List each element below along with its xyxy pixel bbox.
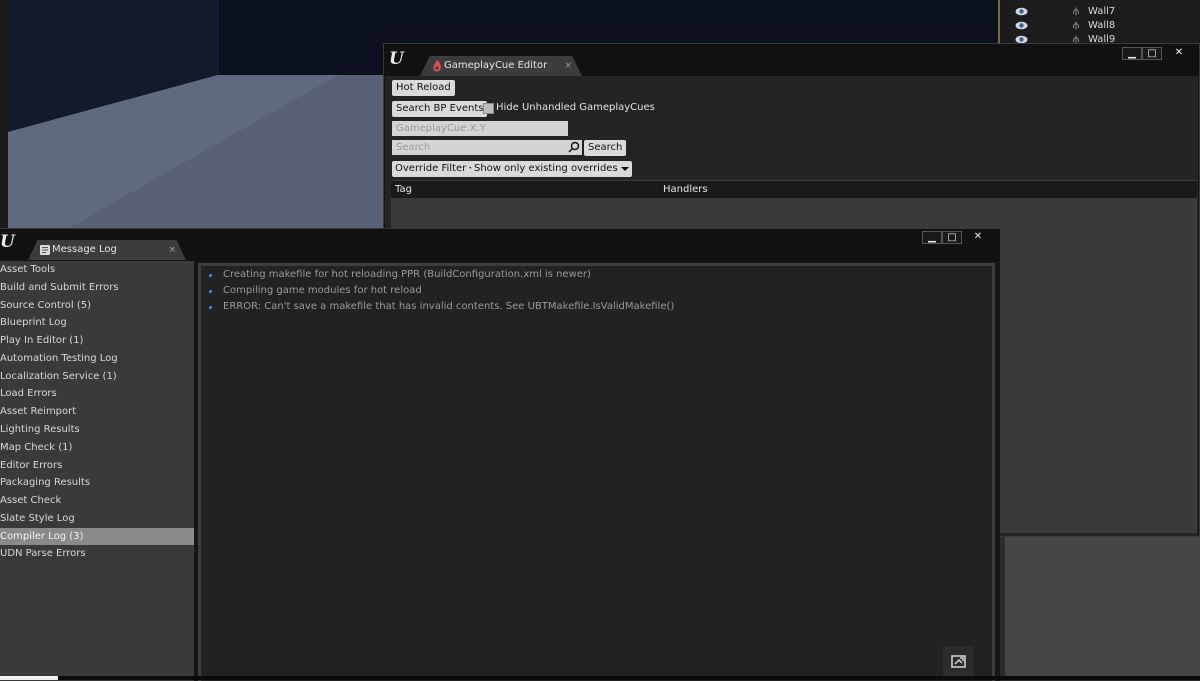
log-category-item[interactable]: Slate Style Log [0, 510, 194, 527]
hide-unhandled-label: Hide Unhandled GameplayCues [496, 102, 655, 113]
gameplaycue-tab-icon [433, 60, 441, 72]
log-category-item[interactable]: Asset Reimport [0, 403, 194, 420]
log-category-item[interactable]: Lighting Results [0, 421, 194, 438]
background-panel [1005, 537, 1200, 680]
unreal-logo-icon: U [0, 232, 15, 252]
log-message-list[interactable]: Creating makefile for hot reloading PPR … [201, 266, 992, 681]
clear-log-button[interactable] [943, 646, 974, 677]
override-filter-label: Override Filter [395, 163, 467, 174]
log-message-text: Creating makefile for hot reloading PPR … [223, 269, 591, 280]
bullet-icon [209, 306, 212, 309]
visibility-eye-icon[interactable] [1015, 7, 1028, 16]
log-category-item[interactable]: Editor Errors [0, 457, 194, 474]
maximize-button[interactable]: □ [1142, 47, 1162, 60]
tab-message-log[interactable]: Message Log × [28, 240, 186, 260]
tree-header: Tag Handlers [391, 180, 1197, 199]
window-controls: ▁ □ ✕ [1122, 47, 1192, 61]
tab-gameplaycue-editor[interactable]: GameplayCue Editor × [420, 56, 582, 76]
log-category-list: Asset Tools Build and Submit Errors Sour… [0, 261, 194, 681]
actor-icon: ⫛ [1073, 6, 1079, 17]
log-category-item[interactable]: Asset Check [0, 492, 194, 509]
hide-unhandled-checkbox[interactable] [483, 103, 494, 114]
log-category-item[interactable]: Packaging Results [0, 474, 194, 491]
minimize-button[interactable]: ▁ [922, 231, 942, 244]
search-input[interactable]: Search [392, 140, 582, 155]
search-icon [568, 141, 580, 153]
gameplaycue-titlebar[interactable]: U GameplayCue Editor × ▁ □ ✕ [384, 44, 1199, 76]
outliner-row[interactable]: ⫛ Wall8 [1005, 19, 1200, 33]
log-category-item[interactable]: UDN Parse Errors [0, 545, 194, 562]
close-button[interactable]: ✕ [1166, 47, 1192, 60]
bullet-icon [209, 274, 212, 277]
override-filter-dropdown[interactable]: Override Filter [392, 161, 481, 177]
visibility-eye-icon[interactable] [1015, 21, 1028, 30]
chevron-down-icon [620, 167, 629, 171]
log-category-item[interactable]: Automation Testing Log [0, 350, 194, 367]
taskbar-strip [0, 676, 1200, 680]
log-category-item[interactable]: Play In Editor (1) [0, 332, 194, 349]
log-category-item-selected[interactable]: Compiler Log (3) [0, 528, 194, 545]
close-button[interactable]: ✕ [964, 231, 992, 244]
tab-label: Message Log [52, 244, 117, 255]
log-message-text: Compiling game modules for hot reload [223, 285, 422, 296]
outliner-item-label: Wall7 [1088, 6, 1116, 17]
taskbar-strip-highlight [0, 676, 58, 680]
message-log-titlebar[interactable]: U Message Log × ▁ □ ✕ [0, 229, 1000, 261]
log-category-item[interactable]: Localization Service (1) [0, 368, 194, 385]
search-button[interactable]: Search [584, 140, 627, 156]
window-controls: ▁ □ ✕ [922, 231, 992, 245]
tab-label: GameplayCue Editor [444, 60, 548, 71]
new-tag-field[interactable]: GameplayCue.X.Y [392, 121, 568, 136]
outliner-item-label: Wall8 [1088, 20, 1116, 31]
log-messages-panel: Creating makefile for hot reloading PPR … [198, 263, 995, 681]
show-overrides-dropdown[interactable]: Show only existing overrides [471, 161, 632, 177]
log-message-text: ERROR: Can't save a makefile that has in… [223, 301, 675, 312]
hot-reload-button[interactable]: Hot Reload [392, 80, 455, 96]
clear-log-icon [951, 655, 966, 668]
maximize-button[interactable]: □ [942, 231, 962, 244]
search-bp-events-button[interactable]: Search BP Events [392, 101, 488, 117]
outliner-row[interactable]: ⫛ Wall7 [1005, 5, 1200, 19]
message-log-tab-icon [40, 245, 50, 255]
log-category-item[interactable]: Load Errors [0, 385, 194, 402]
log-category-item[interactable]: Map Check (1) [0, 439, 194, 456]
log-category-item[interactable]: Asset Tools [0, 261, 194, 278]
actor-icon: ⫛ [1073, 20, 1079, 31]
log-category-item[interactable]: Build and Submit Errors [0, 279, 194, 296]
bullet-icon [209, 290, 212, 293]
tab-close-icon[interactable]: × [168, 240, 176, 260]
unreal-logo-icon: U [389, 49, 404, 69]
world-outliner: ⫛ Wall7 ⫛ Wall8 ⫛ Wall9 [1005, 0, 1200, 46]
column-header-handlers[interactable]: Handlers [663, 184, 708, 195]
column-header-tag[interactable]: Tag [395, 184, 412, 195]
message-log-window: U Message Log × ▁ □ ✕ Asset Tools Build … [0, 228, 1000, 681]
show-overrides-label: Show only existing overrides [474, 163, 618, 174]
tab-close-icon[interactable]: × [564, 56, 572, 76]
log-category-item[interactable]: Source Control (5) [0, 297, 194, 314]
log-category-item[interactable]: Blueprint Log [0, 314, 194, 331]
minimize-button[interactable]: ▁ [1122, 47, 1142, 60]
